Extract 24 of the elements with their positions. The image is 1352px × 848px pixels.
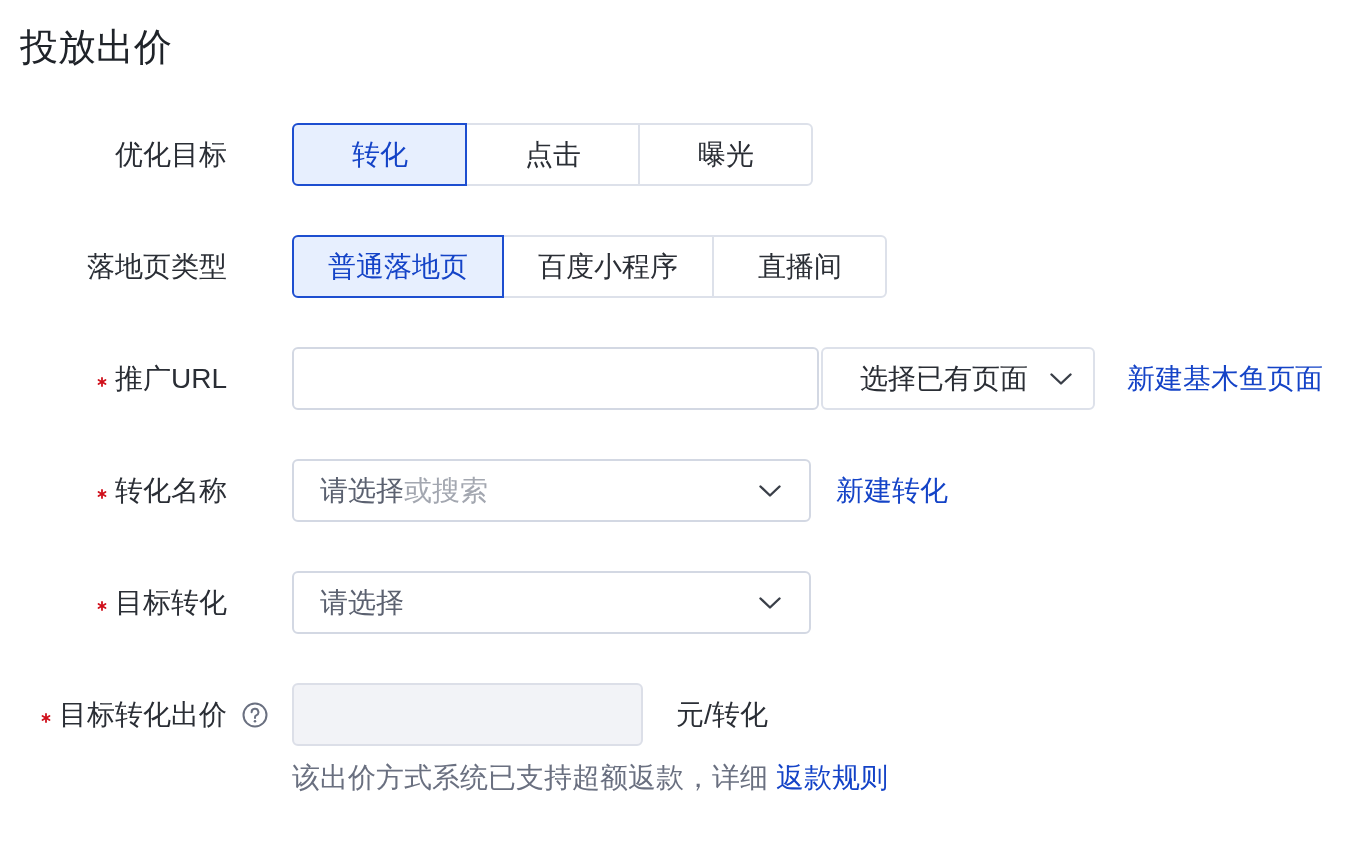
option-tab[interactable]: 直播间: [712, 235, 887, 298]
field-label: 目标转化出价: [59, 697, 227, 732]
create-page-link[interactable]: 新建基木鱼页面: [1127, 359, 1323, 398]
field-label: 落地页类型: [87, 249, 227, 284]
option-tab[interactable]: 转化: [292, 123, 467, 186]
field-label: 推广URL: [115, 361, 227, 396]
option-tab[interactable]: 点击: [465, 123, 640, 186]
option-tab[interactable]: 曝光: [638, 123, 813, 186]
option-tab[interactable]: 普通落地页: [292, 235, 504, 298]
field-label: 优化目标: [115, 137, 227, 172]
select-field[interactable]: 请选择或搜索: [292, 459, 811, 522]
chevron-down-icon: [759, 484, 781, 497]
section-title: 投放出价: [20, 25, 172, 70]
unit-label: 元/转化: [676, 697, 768, 732]
chevron-down-icon: [1050, 372, 1072, 385]
url-input-field[interactable]: [292, 347, 819, 410]
chevron-down-icon: [759, 596, 781, 609]
option-tab[interactable]: 百度小程序: [502, 235, 714, 298]
create-conversion-link[interactable]: 新建转化: [836, 471, 948, 510]
select-field[interactable]: 请选择: [292, 571, 811, 634]
field-label: 转化名称: [115, 473, 227, 508]
page-select[interactable]: 选择已有页面: [821, 347, 1095, 410]
refund-note: 该出价方式系统已支持超额返款，详细 返款规则: [292, 761, 888, 795]
field-label: 目标转化: [115, 585, 227, 620]
